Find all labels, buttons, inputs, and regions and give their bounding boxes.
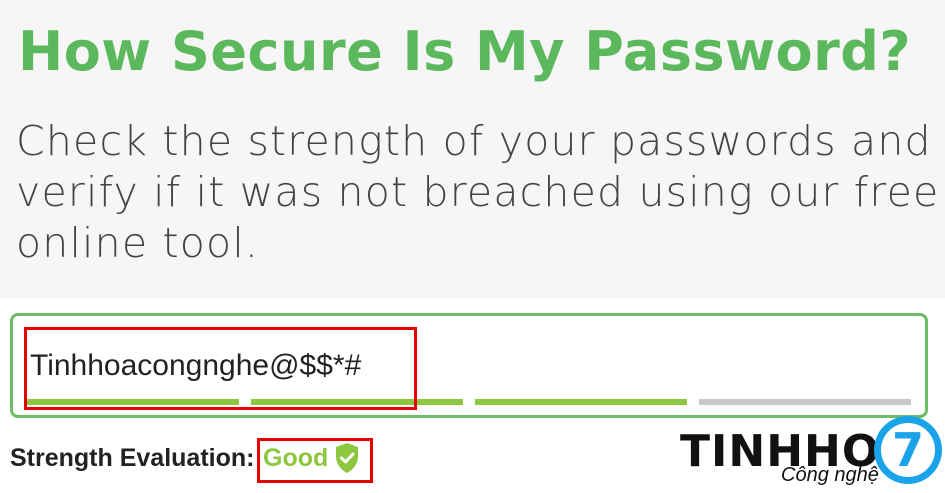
strength-meter-segment-3 <box>475 399 687 405</box>
logo-tagline: Công nghệ <box>781 464 879 486</box>
description-line: verify if it was not breached using our … <box>16 168 940 216</box>
logo-badge-glyph: 7 <box>892 423 924 477</box>
password-input-box[interactable] <box>10 313 928 418</box>
strength-evaluation-label: Strength Evaluation: <box>10 444 255 472</box>
password-input[interactable] <box>30 343 590 389</box>
page-title: How Secure Is My Password? <box>18 20 912 83</box>
description-line: Check the strength of your passwords and <box>16 117 932 165</box>
logo-badge-icon: 7 <box>874 416 942 484</box>
description-line: online tool. <box>16 219 260 267</box>
page-description: Check the strength of your passwords and… <box>16 116 940 269</box>
strength-meter-segment-1 <box>27 399 239 405</box>
strength-meter-segment-4 <box>699 399 911 405</box>
shield-check-icon <box>336 443 358 473</box>
strength-evaluation-value: Good <box>263 444 329 472</box>
hero-section: How Secure Is My Password? Check the str… <box>0 0 945 298</box>
strength-meter-segment-2 <box>251 399 463 405</box>
